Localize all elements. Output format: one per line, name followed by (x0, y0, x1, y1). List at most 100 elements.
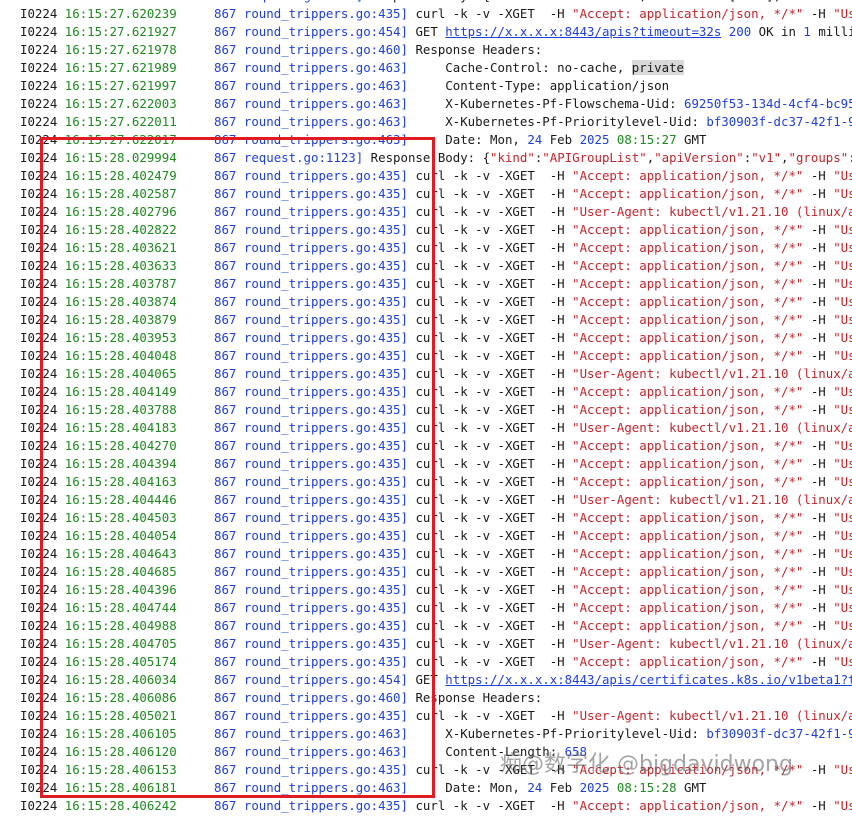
log-message-part: curl -k -v -XGET -H (407, 276, 573, 291)
log-message-part: "User- (833, 528, 852, 543)
log-thread-id: 867 (214, 744, 237, 759)
log-thread-id: 867 (214, 726, 237, 741)
log-timestamp: 16:15:28.403874 (64, 294, 177, 309)
log-message-part: "User- (833, 240, 852, 255)
log-level: I0224 (20, 510, 58, 525)
log-message-part: -H (803, 186, 834, 201)
log-message-part: -H (803, 510, 834, 525)
log-message-part: "User- (833, 6, 852, 21)
log-message-part: "User- (833, 384, 852, 399)
log-line: I0224 16:15:27.621927 867 round_trippers… (0, 23, 852, 41)
log-level: I0224 (20, 366, 58, 381)
log-source: round_trippers.go:460] (243, 690, 408, 705)
log-message-part: -H (803, 474, 834, 489)
log-level: I0224 (20, 420, 58, 435)
log-source: round_trippers.go:435] (243, 258, 408, 273)
log-level: I0224 (20, 672, 58, 687)
log-level: I0224 (20, 636, 58, 651)
log-level: I0224 (20, 492, 58, 507)
log-line: I0224 16:15:28.403953 867 round_trippers… (0, 329, 852, 347)
log-message-part: , (781, 150, 789, 165)
log-line: I0224 16:15:28.403788 867 round_trippers… (0, 401, 852, 419)
log-line: I0224 16:15:28.404270 867 round_trippers… (0, 437, 852, 455)
log-source: round_trippers.go:463] (243, 78, 408, 93)
log-thread-id: 867 (214, 294, 237, 309)
log-message-part: "User- (833, 312, 852, 327)
log-timestamp: 16:15:27.620239 (64, 6, 177, 21)
log-level: I0224 (20, 654, 58, 669)
log-message-part: 24 (527, 780, 543, 795)
log-thread-id: 867 (214, 582, 237, 597)
log-message-part: -H (803, 762, 834, 777)
log-line: I0224 16:15:28.404054 867 round_trippers… (0, 527, 852, 545)
log-message-part: GMT (676, 132, 707, 147)
log-line: I0224 16:15:27.622003 867 round_trippers… (0, 95, 852, 113)
log-message-part: "User- (833, 600, 852, 615)
log-message-part: curl -k -v -XGET -H (407, 582, 573, 597)
log-thread-id: 867 (214, 438, 237, 453)
log-thread-id: 867 (214, 636, 237, 651)
log-line: I0224 16:15:28.404048 867 round_trippers… (0, 347, 852, 365)
log-timestamp: 16:15:28.404394 (64, 456, 177, 471)
log-source: round_trippers.go:454] (243, 24, 408, 39)
log-level: I0224 (20, 474, 58, 489)
log-timestamp: 16:15:28.404446 (64, 492, 177, 507)
log-message-part: -H (803, 618, 834, 633)
log-message-part: "Accept: application/json, */*" (572, 798, 804, 813)
log-level: I0224 (20, 384, 58, 399)
log-line: I0224 16:15:28.406105 867 round_trippers… (0, 725, 852, 743)
log-source: round_trippers.go:435] (243, 762, 408, 777)
log-level: I0224 (20, 330, 58, 345)
log-thread-id: 867 (214, 600, 237, 615)
log-line: I0224 16:15:27.622017 867 round_trippers… (0, 131, 852, 149)
log-message-part: "Accept: application/json, */*" (572, 258, 804, 273)
log-message-part: "User- (833, 582, 852, 597)
log-source: round_trippers.go:435] (243, 420, 408, 435)
log-timestamp: 16:15:27.621997 (64, 78, 177, 93)
log-source: round_trippers.go:435] (243, 348, 408, 363)
log-message-part: curl -k -v -XGET -H (407, 258, 573, 273)
log-level: I0224 (20, 150, 58, 165)
log-source: round_trippers.go:435] (243, 600, 408, 615)
log-level: I0224 (20, 762, 58, 777)
log-source: round_trippers.go:435] (243, 384, 408, 399)
log-thread-id: 867 (214, 510, 237, 525)
log-line: I0224 16:15:28.404149 867 round_trippers… (0, 383, 852, 401)
log-level: I0224 (20, 690, 58, 705)
log-message-part: Date: Mon, (407, 132, 528, 147)
log-line: I0224 16:15:27.621978 867 round_trippers… (0, 41, 852, 59)
log-message-part: "User- (833, 402, 852, 417)
log-source: request.go:1123] (243, 150, 364, 165)
log-message-part: "User- (833, 510, 852, 525)
log-line: I0224 16:15:28.404988 867 round_trippers… (0, 617, 852, 635)
log-level: I0224 (20, 60, 58, 75)
log-timestamp: 16:15:28.404643 (64, 546, 177, 561)
log-message-part: -H (803, 330, 834, 345)
log-thread-id: 867 (214, 132, 237, 147)
log-message-part: "Accept: application/json, */*" (572, 348, 804, 363)
log-line: I0224 16:15:28.404685 867 round_trippers… (0, 563, 852, 581)
log-message-part: "Accept: application/json, */*" (572, 654, 804, 669)
log-message-part: Content-Type: application/json (407, 78, 670, 93)
log-message-part: "Accept: application/json, */*" (572, 312, 804, 327)
log-message-part: "Accept: application/json, */*" (572, 294, 804, 309)
log-message-part: curl -k -v -XGET -H (407, 402, 573, 417)
log-thread-id: 867 (214, 492, 237, 507)
log-level: I0224 (20, 42, 58, 57)
log-message-part: curl -k -v -XGET -H (407, 6, 573, 21)
log-line: I0224 16:15:27.622011 867 round_trippers… (0, 113, 852, 131)
log-message-part: Feb (542, 780, 580, 795)
log-line: I0224 16:15:28.402587 867 round_trippers… (0, 185, 852, 203)
log-level: I0224 (20, 96, 58, 111)
log-message-part (609, 780, 616, 795)
log-thread-id: 867 (214, 240, 237, 255)
log-timestamp: 16:15:28.406034 (64, 672, 177, 687)
log-level: I0224 (20, 348, 58, 363)
log-message-part: -H (803, 168, 834, 183)
log-message-part: "Accept: application/json, */*" (572, 276, 804, 291)
log-timestamp: 16:15:27.622003 (64, 96, 177, 111)
log-line: I0224 16:15:28.404183 867 round_trippers… (0, 419, 852, 437)
log-thread-id: 867 (214, 0, 236, 3)
log-message-part: "Accept: application/json, */*" (572, 546, 804, 561)
log-message-part: "User- (833, 762, 852, 777)
